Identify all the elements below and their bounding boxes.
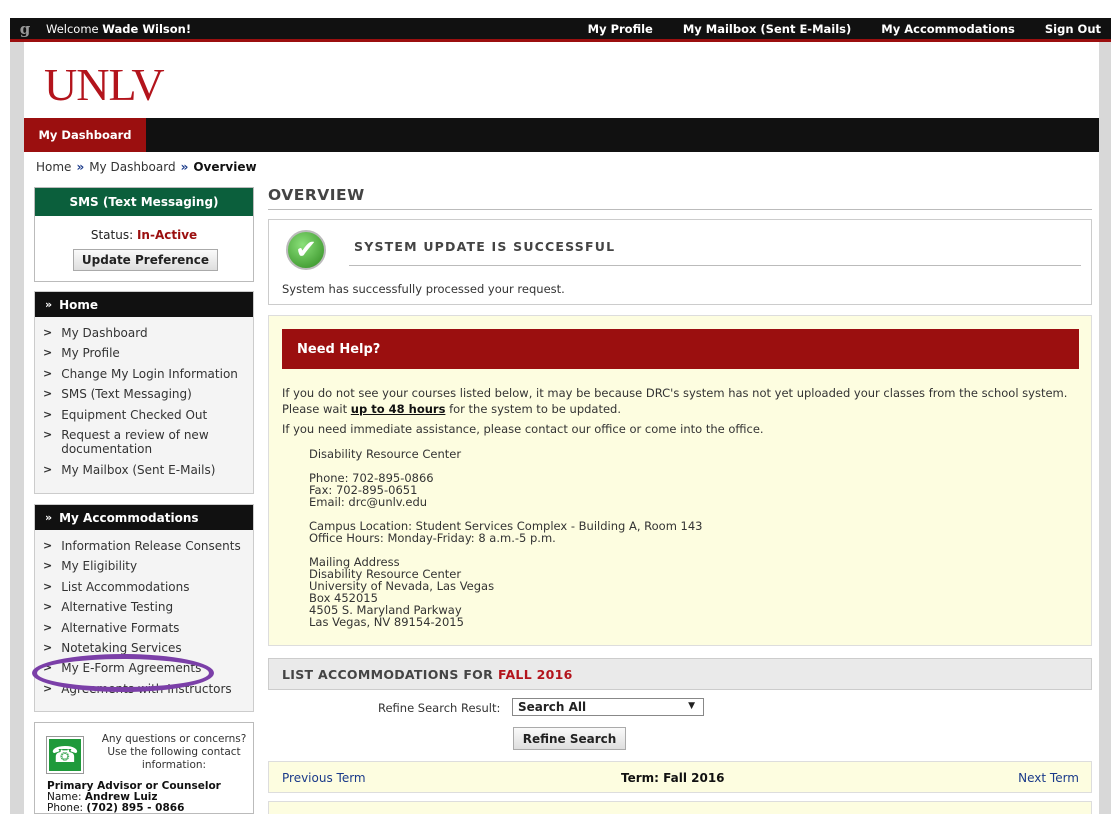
success-divider — [349, 265, 1081, 266]
content-continuation — [268, 801, 1092, 814]
chevron-right-icon: > — [43, 559, 53, 573]
refine-label: Refine Search Result: — [378, 701, 501, 715]
chevron-right-icon: > — [43, 346, 53, 360]
checkmark-icon: ✔ — [286, 230, 326, 270]
update-preference-button[interactable]: Update Preference — [73, 249, 218, 271]
success-text: System has successfully processed your r… — [282, 282, 565, 296]
chevron-right-icon: > — [43, 681, 53, 695]
help-assistance-text: If you need immediate assistance, please… — [282, 422, 764, 436]
breadcrumb-dashboard[interactable]: My Dashboard — [89, 160, 175, 174]
chevron-right-icon: > — [43, 366, 53, 380]
chevron-right-icon: > — [43, 640, 53, 654]
chevron-right-icon: > — [43, 462, 53, 476]
chevron-right-icon: > — [43, 326, 53, 339]
top-link-my-mailbox[interactable]: My Mailbox (Sent E-Mails) — [683, 22, 851, 36]
success-title: SYSTEM UPDATE IS SUCCESSFUL — [354, 239, 616, 254]
chevron-right-icon: > — [43, 407, 53, 421]
chevron-right-icon: > — [43, 620, 53, 634]
chevron-right-icon: > — [43, 661, 53, 675]
sidebar-item-instructor-agreements[interactable]: > Agreements with Instructors — [35, 679, 253, 699]
chevron-right-icon: > — [43, 427, 53, 441]
breadcrumb: Home » My Dashboard » Overview — [36, 160, 257, 174]
sms-panel-title: SMS (Text Messaging) — [35, 188, 253, 216]
dropdown-arrow-icon: ▼ — [688, 701, 695, 711]
sidebar-item-release-consents[interactable]: > Information Release Consents — [35, 536, 253, 556]
refine-search-select[interactable]: Search All ▼ — [512, 698, 704, 716]
next-term-link[interactable]: Next Term — [1018, 771, 1079, 785]
term-navigation: Previous Term Term: Fall 2016 Next Term — [268, 761, 1092, 793]
sms-panel: SMS (Text Messaging) Status: In-Active U… — [34, 187, 254, 282]
top-bar: g Welcome Wade Wilson! My Profile My Mai… — [10, 18, 1111, 42]
sidebar-home-header[interactable]: » Home — [35, 292, 253, 317]
current-term: Term: Fall 2016 — [621, 771, 725, 785]
collapse-icon: » — [45, 511, 53, 524]
sidebar-item-sms[interactable]: > SMS (Text Messaging) — [35, 384, 253, 404]
sms-status-value: In-Active — [136, 228, 198, 242]
sidebar-item-change-login[interactable]: > Change My Login Information — [35, 364, 253, 384]
sidebar-item-equipment[interactable]: > Equipment Checked Out — [35, 405, 253, 425]
success-message-panel: ✔ SYSTEM UPDATE IS SUCCESSFUL System has… — [268, 219, 1092, 305]
top-link-my-profile[interactable]: My Profile — [588, 22, 653, 36]
breadcrumb-home[interactable]: Home — [36, 160, 71, 174]
site-logo-icon: g — [19, 19, 31, 38]
breadcrumb-separator: » — [76, 160, 85, 174]
user-name: Wade Wilson! — [102, 21, 192, 36]
help-title: Need Help? — [282, 329, 1079, 369]
collapse-icon: » — [45, 298, 53, 311]
sidebar-accommodations-section: » My Accommodations > Information Release … — [34, 504, 254, 712]
sidebar-item-alternative-testing[interactable]: > Alternative Testing — [35, 597, 253, 617]
sidebar-item-notetaking[interactable]: > Notetaking Services — [35, 638, 253, 658]
breadcrumb-separator: » — [180, 160, 189, 174]
top-link-my-accommodations[interactable]: My Accommodations — [881, 22, 1015, 36]
top-links: My Profile My Mailbox (Sent E-Mails) My … — [588, 22, 1111, 36]
sidebar-item-request-review[interactable]: > Request a review of new documentation — [35, 425, 253, 460]
sidebar-home-section: » Home > My Dashboard > My Profile > Change … — [34, 291, 254, 494]
frame-right-edge — [1099, 42, 1111, 814]
main-nav: My Dashboard — [24, 118, 1099, 152]
title-divider — [268, 209, 1092, 210]
refine-search-button[interactable]: Refine Search — [513, 727, 626, 750]
chevron-right-icon: > — [43, 579, 53, 593]
help-emphasis: up to 48 hours — [350, 402, 446, 416]
chevron-right-icon: > — [43, 387, 53, 401]
welcome-text: Welcome Wade Wilson! — [46, 21, 192, 36]
top-link-sign-out[interactable]: Sign Out — [1045, 22, 1101, 36]
frame-left-edge — [10, 42, 24, 814]
sidebar-item-my-eligibility[interactable]: > My Eligibility — [35, 556, 253, 576]
previous-term-link[interactable]: Previous Term — [282, 771, 366, 785]
tab-my-dashboard[interactable]: My Dashboard — [24, 118, 146, 152]
help-panel: Need Help? If you do not see your course… — [268, 315, 1092, 646]
office-address: Disability Resource Center Phone: 702-89… — [309, 447, 703, 629]
page-title: OVERVIEW — [268, 186, 365, 204]
sidebar-item-alternative-formats[interactable]: > Alternative Formats — [35, 618, 253, 638]
help-paragraph: If you do not see your courses listed be… — [282, 386, 1068, 416]
sidebar-item-my-dashboard[interactable]: > My Dashboard — [35, 323, 253, 343]
phone-icon: ☎ — [46, 736, 84, 774]
sms-status: Status: In-Active — [90, 228, 198, 242]
contact-panel: ☎ Any questions or concerns? Use the fol… — [34, 722, 254, 814]
sidebar-item-list-accommodations[interactable]: > List Accommodations — [35, 577, 253, 597]
sidebar-item-my-profile[interactable]: > My Profile — [35, 343, 253, 363]
list-accommodations-header: LIST ACCOMMODATIONS FOR FALL 2016 — [268, 658, 1092, 690]
contact-message: Any questions or concerns? Use the follo… — [101, 733, 247, 771]
chevron-right-icon: > — [43, 539, 53, 552]
unlv-logo[interactable]: UNLV — [44, 58, 165, 111]
contact-info: Primary Advisor or Counselor Name: Andre… — [47, 780, 221, 814]
list-term: FALL 2016 — [498, 666, 573, 682]
sidebar-accommodations-header[interactable]: » My Accommodations — [35, 505, 253, 530]
breadcrumb-current: Overview — [193, 160, 257, 174]
sidebar-item-my-mailbox[interactable]: > My Mailbox (Sent E-Mails) — [35, 460, 253, 480]
sidebar-item-eform-agreements[interactable]: > My E-Form Agreements — [35, 658, 253, 678]
chevron-right-icon: > — [43, 600, 53, 614]
contact-phone: (702) 895 - 0866 — [86, 802, 185, 814]
